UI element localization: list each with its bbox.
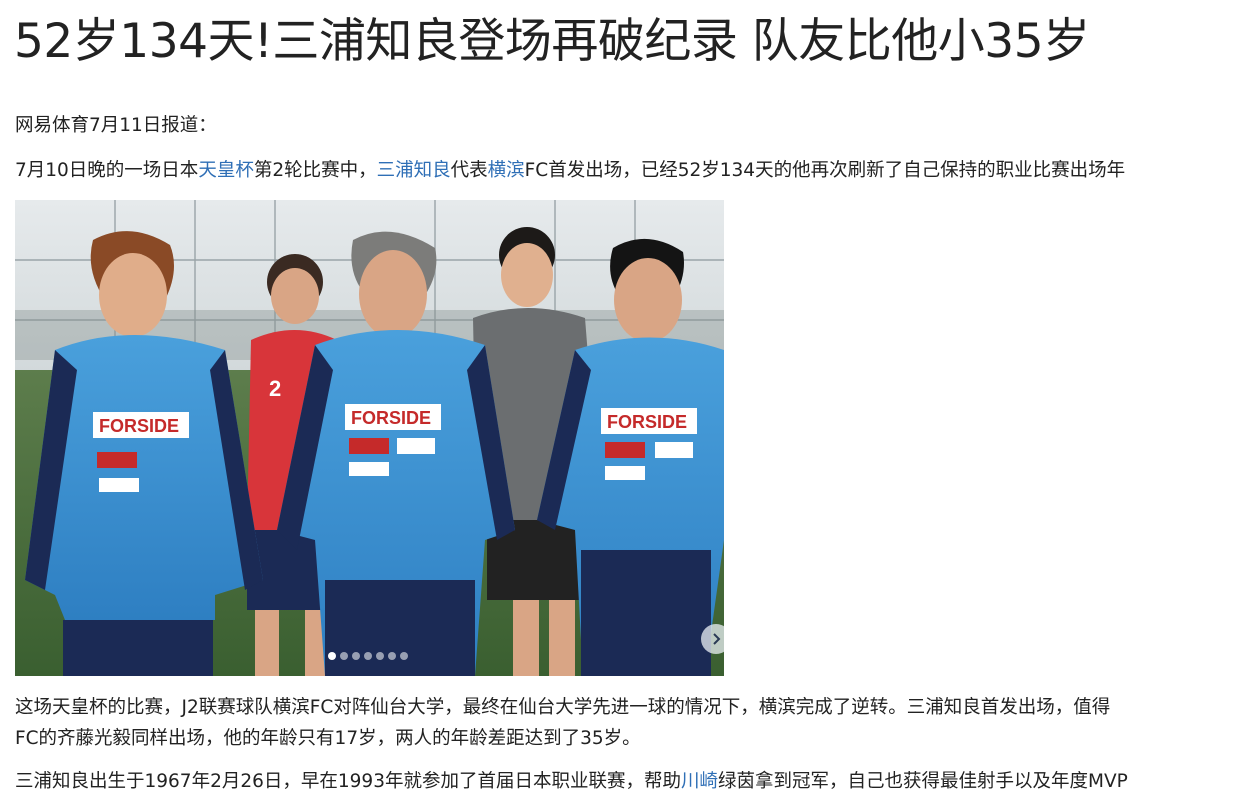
text-span: 第2轮比赛中，: [253, 160, 377, 181]
paragraph-2-line-1: 这场天皇杯的比赛，J2联赛球队横滨FC对阵仙台大学，最终在仙台大学先进一球的情况…: [15, 697, 1111, 718]
jersey-sponsor-text: FORSIDE: [99, 416, 179, 436]
text-span: 代表: [450, 160, 488, 181]
article-title: 52岁134天!三浦知良登场再破纪录 队友比他小35岁: [14, 14, 1090, 69]
paragraph-3: 三浦知良出生于1967年2月26日，早在1993年就参加了首届日本职业联赛，帮助…: [15, 766, 1250, 797]
bib-number: 2: [269, 376, 281, 401]
text-span: 三浦知良出生于1967年2月26日，早在1993年就参加了首届日本职业联赛，帮助: [15, 771, 681, 792]
link-kazuyoshi-miura[interactable]: 三浦知良: [377, 160, 451, 181]
jersey-sponsor-text: FORSIDE: [607, 412, 687, 432]
carousel-dot[interactable]: [376, 652, 384, 660]
link-yokohama[interactable]: 横滨: [488, 160, 525, 181]
paragraph-1: 7月10日晚的一场日本天皇杯第2轮比赛中，三浦知良代表横滨FC首发出场，已经52…: [15, 155, 1250, 186]
carousel-dot[interactable]: [388, 652, 396, 660]
link-kawasaki[interactable]: 川崎: [681, 771, 718, 792]
carousel-dot[interactable]: [352, 652, 360, 660]
carousel-dots: [328, 652, 408, 660]
carousel-dot[interactable]: [328, 652, 336, 660]
text-span: 7月10日晚的一场日本: [15, 160, 199, 181]
carousel-dot[interactable]: [364, 652, 372, 660]
text-span: 绿茵拿到冠军，自己也获得最佳射手以及年度MVP: [718, 771, 1128, 792]
paragraph-2-line-2: FC的齐藤光毅同样出场，他的年龄只有17岁，两人的年龄差距达到了35岁。: [15, 728, 641, 749]
team-photo: 2 FORSIDE FORSIDE FORSIDE: [15, 200, 724, 676]
photo-carousel[interactable]: 2 FORSIDE FORSIDE FORSIDE: [15, 200, 724, 676]
carousel-dot[interactable]: [400, 652, 408, 660]
source-line: 网易体育7月11日报道：: [15, 115, 217, 136]
link-emperor-cup[interactable]: 天皇杯: [198, 160, 254, 181]
text-span: FC首发出场，已经52岁134天的他再次刷新了自己保持的职业比赛出场年: [524, 160, 1126, 181]
jersey-sponsor-text: FORSIDE: [351, 408, 431, 428]
carousel-dot[interactable]: [340, 652, 348, 660]
next-slide-button[interactable]: [701, 624, 724, 654]
chevron-right-icon: [713, 633, 721, 645]
